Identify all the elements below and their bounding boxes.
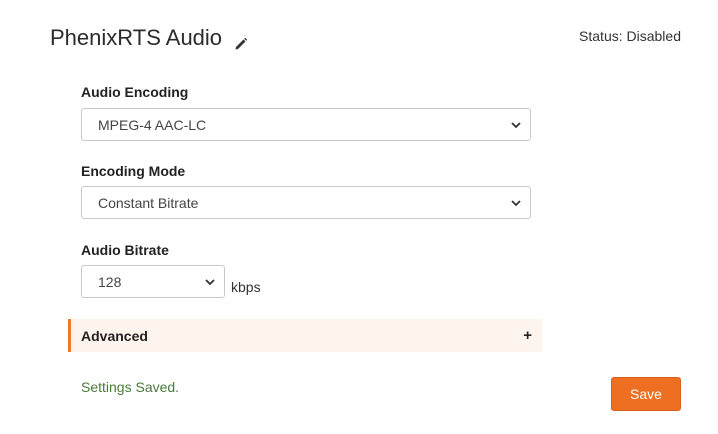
audio-encoding-label: Audio Encoding [81,84,189,100]
audio-bitrate-select[interactable]: 128 [81,265,225,298]
chevron-down-icon [205,279,215,286]
audio-encoding-select[interactable]: MPEG-4 AAC-LC [81,108,531,141]
settings-saved-message: Settings Saved. [81,379,180,395]
page-title-text: PhenixRTS Audio [50,25,223,50]
plus-icon: + [523,327,532,344]
audio-bitrate-label: Audio Bitrate [81,242,169,258]
encoding-mode-select[interactable]: Constant Bitrate [81,186,531,219]
status-text: Status: Disabled [579,28,681,44]
save-button[interactable]: Save [611,377,681,411]
audio-encoding-value: MPEG-4 AAC-LC [98,116,207,133]
bitrate-unit: kbps [231,279,261,295]
audio-bitrate-value: 128 [98,273,122,290]
pencil-icon[interactable] [234,31,248,50]
encoding-mode-label: Encoding Mode [81,163,186,179]
encoding-mode-value: Constant Bitrate [98,194,199,211]
chevron-down-icon [511,200,521,207]
chevron-down-icon [511,122,521,129]
advanced-section-toggle[interactable]: Advanced + [68,319,542,352]
advanced-label: Advanced [81,327,148,344]
page-title: PhenixRTS Audio [50,25,248,51]
